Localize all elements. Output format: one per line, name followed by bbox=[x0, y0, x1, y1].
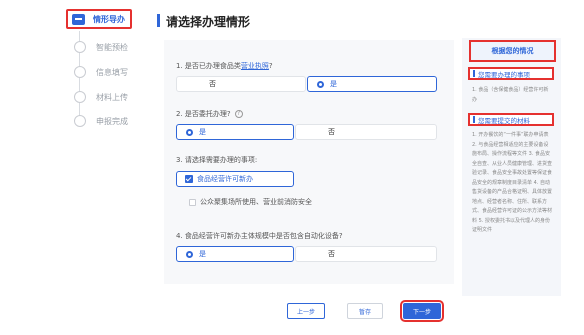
step-label: 材料上传 bbox=[96, 92, 128, 102]
materials-list: 1. 开办餐饮的“一件事”联办申请表 2. 与食品经营相适应的主要设备设施布局、… bbox=[472, 132, 553, 233]
page-title: 请选择办理情形 bbox=[166, 15, 251, 29]
q3-option-food-license[interactable]: 食品经营许可新办 bbox=[176, 171, 294, 187]
checkbox-checked-icon bbox=[185, 175, 193, 183]
step-dot-icon bbox=[74, 66, 86, 78]
question-2: 2. 是否委托办理?? bbox=[176, 109, 243, 119]
step-smart-precheck: 智能预检 bbox=[74, 39, 128, 55]
step-submit-complete: 申报完成 bbox=[74, 113, 128, 129]
next-step-button[interactable]: 下一步 bbox=[400, 300, 444, 322]
question-1: 1. 是否已办理食品类营业执照? bbox=[176, 61, 273, 71]
prev-step-button[interactable]: 上一步 bbox=[287, 303, 325, 319]
save-draft-button[interactable]: 暂存 bbox=[347, 303, 383, 319]
step-info-fill: 信息填写 bbox=[74, 64, 128, 80]
q2-option-yes[interactable]: 是 bbox=[176, 124, 294, 140]
situation-form: 1. 是否已办理食品类营业执照? 否 是 2. 是否委托办理?? 是 否 3. … bbox=[164, 40, 454, 284]
step-dot-icon bbox=[74, 41, 86, 53]
q4-option-no[interactable]: 否 bbox=[295, 246, 437, 262]
business-license-link[interactable]: 营业执照 bbox=[241, 62, 269, 70]
step-label: 信息填写 bbox=[96, 67, 128, 77]
checkbox-empty-icon bbox=[189, 198, 196, 206]
step-dot-icon bbox=[74, 91, 86, 103]
q4-option-yes[interactable]: 是 bbox=[176, 246, 294, 262]
help-icon[interactable]: ? bbox=[234, 110, 243, 118]
radio-selected-icon bbox=[317, 80, 324, 88]
question-text: 4. 食品经营许可新办主体规模中是否包含自动化设备? bbox=[176, 232, 343, 240]
title-accent-bar bbox=[157, 14, 160, 27]
section-accent-bar bbox=[473, 116, 475, 123]
situation-summary-panel: 根据您的情况 您需要办理的事项 1. 食品（含保健食品）经营许可新办 您需要提交… bbox=[462, 38, 561, 296]
option-label: 否 bbox=[209, 80, 216, 88]
steps-sidebar: 情形导办 智能预检 信息填写 材料上传 申报完成 bbox=[0, 0, 148, 335]
step-dot-icon bbox=[74, 115, 86, 127]
option-label: 公众聚集场所使用、营业前消防安全 bbox=[200, 198, 312, 206]
question-4: 4. 食品经营许可新办主体规模中是否包含自动化设备? bbox=[176, 231, 343, 241]
question-3: 3. 请选择需要办理的事项: bbox=[176, 155, 257, 165]
question-text: 2. 是否委托办理? bbox=[176, 110, 231, 118]
radio-selected-icon bbox=[186, 128, 193, 136]
section-accent-bar bbox=[473, 70, 475, 77]
q1-option-yes[interactable]: 是 bbox=[307, 76, 437, 92]
option-label: 是 bbox=[330, 80, 337, 88]
guide-icon bbox=[72, 13, 85, 25]
step-label: 情形导办 bbox=[93, 14, 125, 24]
step-material-upload: 材料上传 bbox=[74, 89, 128, 105]
step-label: 申报完成 bbox=[96, 116, 128, 126]
q2-option-no[interactable]: 否 bbox=[295, 124, 437, 140]
section-items-to-handle: 您需要办理的事项 bbox=[468, 67, 554, 80]
q1-option-no[interactable]: 否 bbox=[176, 76, 306, 92]
items-list: 1. 食品（含保健食品）经营许可新办 bbox=[472, 87, 549, 103]
section-title: 您需要提交的材料 bbox=[478, 116, 530, 125]
option-label: 否 bbox=[328, 128, 335, 136]
option-label: 是 bbox=[199, 128, 206, 136]
option-label: 否 bbox=[328, 250, 335, 258]
panel-title: 根据您的情况 bbox=[469, 40, 556, 62]
option-label: 食品经营许可新办 bbox=[197, 175, 253, 183]
radio-selected-icon bbox=[186, 250, 193, 258]
q3-option-fire-safety[interactable]: 公众聚集场所使用、营业前消防安全 bbox=[176, 194, 437, 210]
step-situation-guide[interactable]: 情形导办 bbox=[66, 9, 132, 29]
option-label: 是 bbox=[199, 250, 206, 258]
section-title: 您需要办理的事项 bbox=[478, 70, 530, 79]
question-text: 3. 请选择需要办理的事项: bbox=[176, 156, 258, 164]
question-suffix: ? bbox=[268, 62, 273, 70]
step-label: 智能预检 bbox=[96, 42, 128, 52]
section-materials-required: 您需要提交的材料 bbox=[468, 113, 554, 126]
question-text: 1. 是否已办理食品类 bbox=[176, 62, 241, 70]
